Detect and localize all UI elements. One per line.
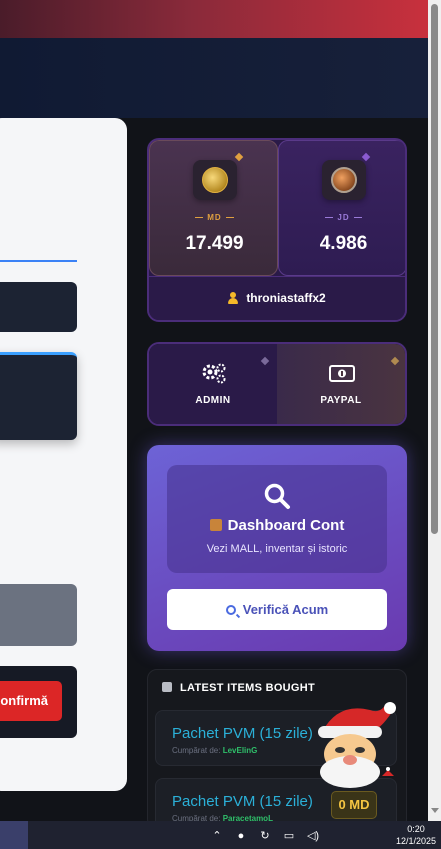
jd-coin-box xyxy=(322,160,366,200)
santa-icon xyxy=(318,702,396,788)
system-tray: ⌃ ● ↻ ▭ ◁) xyxy=(210,828,320,844)
taskbar: ⌃ ● ↻ ▭ ◁) 0:20 12/1/2025 xyxy=(0,821,441,849)
diamond-icon xyxy=(361,152,371,162)
sync-icon[interactable]: ↻ xyxy=(258,829,272,843)
input-underline xyxy=(0,260,77,262)
item-name: Pachet PVM (15 zile) xyxy=(172,793,313,810)
clock[interactable]: 0:20 12/1/2025 xyxy=(396,823,436,847)
latest-items-heading: LATEST ITEMS BOUGHT xyxy=(162,682,315,694)
admin-button[interactable]: ADMIN xyxy=(149,344,277,424)
md-balance-card[interactable]: MD 17.499 xyxy=(149,140,278,276)
verify-button[interactable]: Verifică Acum xyxy=(167,589,387,630)
clock-date: 12/1/2025 xyxy=(396,836,437,846)
search-icon xyxy=(264,483,290,509)
jd-coin-icon xyxy=(331,167,357,193)
dashboard-info: Dashboard Cont Vezi MALL, inventar și is… xyxy=(167,465,387,573)
jd-balance-value: 4.986 xyxy=(319,233,368,254)
form-input-field[interactable] xyxy=(0,282,77,332)
form-disabled-field xyxy=(0,584,77,646)
site-nav-bar xyxy=(0,38,428,118)
diamond-icon xyxy=(260,356,270,366)
admin-label: ADMIN xyxy=(195,395,231,406)
currency-panel: MD 17.499 JD 4.986 throniastaffx2 xyxy=(147,138,407,322)
dashboard-card: Dashboard Cont Vezi MALL, inventar și is… xyxy=(147,445,407,651)
shopping-bag-icon xyxy=(162,682,172,692)
search-icon xyxy=(225,605,236,615)
gold-coin-icon xyxy=(202,167,228,193)
price-badge: 0 MD xyxy=(331,791,377,819)
item-buyer: Cumpărat de: LevElinG xyxy=(172,746,258,755)
jd-label: JD xyxy=(279,213,405,222)
user-row[interactable]: throniastaffx2 xyxy=(149,276,405,320)
paypal-button[interactable]: PAYPAL xyxy=(277,344,405,424)
scroll-down-arrow-icon[interactable] xyxy=(431,808,439,813)
scrollbar-thumb[interactable] xyxy=(431,4,438,534)
form-textarea-field[interactable] xyxy=(0,352,77,440)
confirm-button[interactable]: onfirmă xyxy=(0,681,62,721)
browser-top-strip xyxy=(0,0,428,38)
package-icon xyxy=(209,519,222,531)
dashboard-title: Dashboard Cont xyxy=(167,517,387,534)
scrollbar[interactable] xyxy=(428,0,441,821)
md-coin-box xyxy=(193,160,237,200)
gears-icon xyxy=(202,363,226,384)
diamond-icon xyxy=(390,356,400,366)
dashboard-subtitle: Vezi MALL, inventar și istoric xyxy=(206,543,348,555)
banknote-icon xyxy=(329,365,355,382)
md-balance-value: 17.499 xyxy=(185,233,244,254)
paypal-label: PAYPAL xyxy=(320,395,362,406)
user-icon xyxy=(228,292,239,304)
md-label: MD xyxy=(150,213,279,222)
volume-icon[interactable]: ◁) xyxy=(306,829,320,843)
diamond-icon xyxy=(234,152,244,162)
clock-time: 0:20 xyxy=(407,824,425,834)
jd-balance-card[interactable]: JD 4.986 xyxy=(278,140,405,276)
network-icon[interactable]: ▭ xyxy=(282,829,296,843)
action-panel: ADMIN PAYPAL xyxy=(147,342,407,426)
app-tray-icon[interactable]: ● xyxy=(234,829,248,843)
item-name: Pachet PVM (15 zile) xyxy=(172,725,313,742)
username: throniastaffx2 xyxy=(246,291,326,305)
taskbar-app[interactable] xyxy=(0,821,28,849)
chevron-up-icon[interactable]: ⌃ xyxy=(210,829,224,843)
